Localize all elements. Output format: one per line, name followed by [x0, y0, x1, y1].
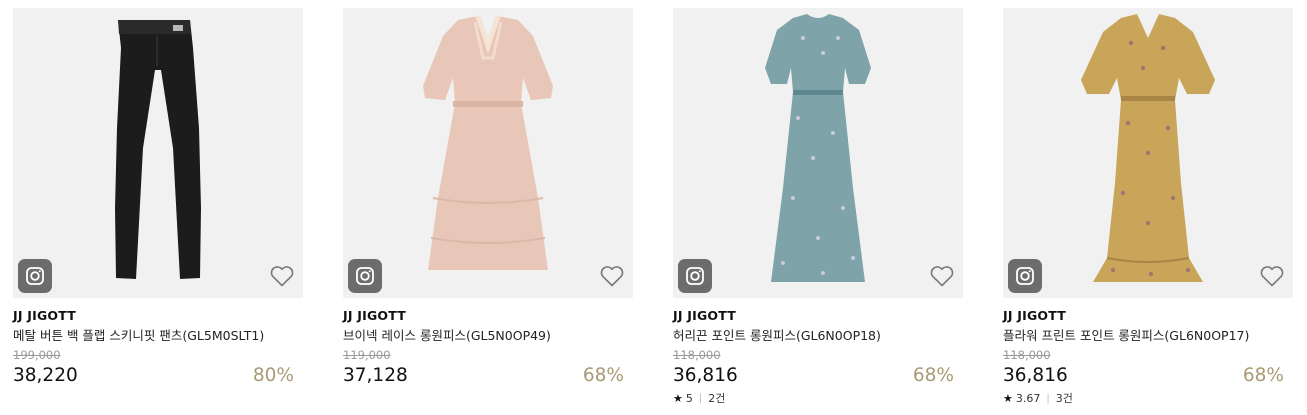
heart-icon[interactable] — [599, 264, 625, 288]
rating-divider: | — [698, 393, 703, 404]
sale-price: 36,816 — [673, 365, 738, 386]
instagram-icon — [1016, 267, 1034, 285]
product-thumbnail[interactable] — [673, 8, 963, 298]
rating-summary: ★ 5 | 2건 — [673, 392, 963, 406]
product-card[interactable]: JJ JIGOTT 플라워 프린트 포인트 롱원피스(GL6N0OP17) 11… — [1003, 8, 1293, 413]
instagram-button[interactable] — [348, 259, 382, 293]
blue-floral-dress-image — [765, 14, 871, 282]
instagram-icon — [356, 267, 374, 285]
instagram-icon — [686, 267, 704, 285]
instagram-button[interactable] — [678, 259, 712, 293]
rating-score: 3.67 — [1015, 392, 1041, 405]
original-price: 199,000 — [13, 348, 61, 362]
heart-icon[interactable] — [269, 264, 295, 288]
product-name[interactable]: 메탈 버튼 백 플랩 스키니핏 팬츠(GL5M0SLT1) — [13, 327, 303, 344]
instagram-button[interactable] — [18, 259, 52, 293]
review-count: 2건 — [708, 392, 726, 405]
original-price: 119,000 — [343, 348, 391, 362]
brand-name: JJ JIGOTT — [1003, 308, 1066, 323]
discount-rate: 68% — [1242, 365, 1284, 386]
review-count: 3건 — [1055, 392, 1073, 405]
product-thumbnail[interactable] — [343, 8, 633, 298]
product-card[interactable]: JJ JIGOTT 허리끈 포인트 롱원피스(GL6N0OP18) 118,00… — [673, 8, 963, 413]
yellow-floral-dress-image — [1081, 14, 1215, 282]
black-pants-image — [115, 20, 201, 279]
star-icon: ★ — [1003, 392, 1013, 405]
instagram-icon — [26, 267, 44, 285]
discount-rate: 80% — [252, 365, 294, 386]
product-name[interactable]: 플라워 프린트 포인트 롱원피스(GL6N0OP17) — [1003, 327, 1293, 344]
product-thumbnail[interactable] — [1003, 8, 1293, 298]
brand-name: JJ JIGOTT — [13, 308, 76, 323]
price-row: 36,816 68% — [1003, 363, 1293, 389]
brand-name: JJ JIGOTT — [343, 308, 406, 323]
sale-price: 37,128 — [343, 365, 408, 386]
heart-icon[interactable] — [929, 264, 955, 288]
discount-rate: 68% — [912, 365, 954, 386]
product-card[interactable]: JJ JIGOTT 메탈 버튼 백 플랩 스키니핏 팬츠(GL5M0SLT1) … — [13, 8, 303, 413]
product-name[interactable]: 브이넥 레이스 롱원피스(GL5N0OP49) — [343, 327, 633, 344]
original-price: 118,000 — [673, 348, 721, 362]
price-row: 36,816 68% — [673, 363, 963, 389]
price-row: 38,220 80% — [13, 363, 303, 389]
product-thumbnail[interactable] — [13, 8, 303, 298]
brand-name: JJ JIGOTT — [673, 308, 736, 323]
star-icon: ★ — [673, 392, 683, 405]
rating-score: 5 — [685, 392, 693, 405]
rating-divider: | — [1046, 393, 1050, 404]
original-price: 118,000 — [1003, 348, 1051, 362]
product-grid: JJ JIGOTT 메탈 버튼 백 플랩 스키니핏 팬츠(GL5M0SLT1) … — [0, 0, 1307, 415]
product-card[interactable]: JJ JIGOTT 브이넥 레이스 롱원피스(GL5N0OP49) 119,00… — [343, 8, 633, 413]
pink-lace-dress-image — [423, 15, 553, 270]
discount-rate: 68% — [582, 365, 624, 386]
rating-summary: ★ 3.67 | 3건 — [1003, 392, 1293, 406]
sale-price: 36,816 — [1003, 365, 1068, 386]
price-row: 37,128 68% — [343, 363, 633, 389]
instagram-button[interactable] — [1008, 259, 1042, 293]
heart-icon[interactable] — [1259, 264, 1285, 288]
sale-price: 38,220 — [13, 365, 78, 386]
product-name[interactable]: 허리끈 포인트 롱원피스(GL6N0OP18) — [673, 327, 963, 344]
